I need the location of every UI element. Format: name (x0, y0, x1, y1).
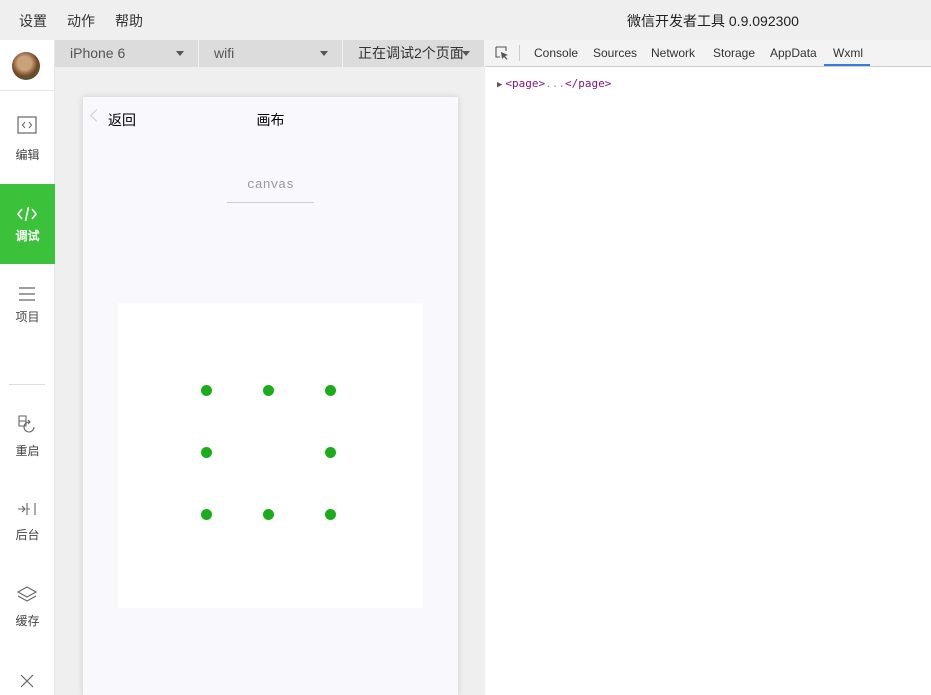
expand-arrow-icon[interactable]: ▶ (497, 80, 502, 90)
sidebar-item-edit[interactable]: 编辑 (0, 104, 55, 184)
phone-screen: 返回 画布 canvas (83, 97, 458, 695)
sidebar-item-label: 编辑 (15, 148, 40, 162)
tab-storage[interactable]: Storage (713, 46, 755, 60)
menu-actions[interactable]: 动作 (67, 11, 95, 31)
avatar-divider (0, 90, 55, 91)
canvas-dot (201, 509, 212, 520)
canvas[interactable] (118, 303, 423, 608)
chevron-down-icon (320, 51, 328, 56)
sidebar-item-label: 重启 (15, 444, 40, 458)
sidebar-item-label: 后台 (15, 528, 40, 542)
canvas-dot (201, 447, 212, 458)
tab-network[interactable]: Network (651, 46, 695, 60)
restart-icon (18, 415, 35, 433)
sidebar-item-label: 调试 (15, 229, 40, 243)
menu-help[interactable]: 帮助 (115, 11, 143, 31)
canvas-dot (263, 509, 274, 520)
active-tab-indicator (824, 64, 870, 66)
network-select[interactable]: wifi (199, 40, 343, 67)
close-icon[interactable] (19, 673, 35, 689)
sidebar-divider (9, 384, 45, 385)
sidebar-item-debug[interactable]: 调试 (0, 184, 55, 264)
tree-ellipsis: ... (545, 77, 566, 90)
tab-wxml[interactable]: Wxml (833, 46, 863, 60)
devtools-tabbar: Console Sources Network Storage AppData … (485, 40, 931, 67)
background-icon (18, 503, 36, 515)
caption-underline (227, 202, 314, 203)
page-open-tag: <page> (505, 77, 546, 90)
sidebar-item-cache[interactable]: 缓存 (0, 570, 55, 650)
menu-settings[interactable]: 设置 (19, 11, 47, 31)
sidebar-item-project[interactable]: 项目 (0, 266, 55, 346)
tab-appdata[interactable]: AppData (770, 46, 817, 60)
canvas-caption: canvas (247, 177, 294, 192)
chevron-down-icon (176, 51, 184, 56)
sidebar-item-label: 项目 (15, 310, 40, 324)
sidebar: 编辑 调试 项目 重启 后台 缓存 (0, 40, 55, 695)
chevron-down-icon (462, 51, 470, 56)
tab-divider (519, 45, 520, 61)
sidebar-item-label: 缓存 (15, 614, 40, 628)
phone-nav-bar: 返回 画布 (83, 97, 458, 139)
inspect-element-icon[interactable] (495, 46, 509, 60)
debug-pages-value: 正在调试2个页面 (358, 45, 464, 61)
network-select-value: wifi (214, 45, 235, 61)
simulator-area: 返回 画布 canvas (55, 67, 485, 695)
canvas-dot (325, 385, 336, 396)
canvas-dot (263, 385, 274, 396)
canvas-dot (201, 385, 212, 396)
debug-pages-select[interactable]: 正在调试2个页面 (343, 40, 485, 67)
menu-bar: 设置 动作 帮助 微信开发者工具 0.9.092300 (0, 0, 931, 40)
layers-icon (16, 586, 38, 602)
device-select[interactable]: iPhone 6 (55, 40, 199, 67)
page-title: 画布 (256, 112, 285, 128)
code-window-icon (17, 116, 37, 134)
tab-console[interactable]: Console (534, 46, 578, 60)
sidebar-item-background[interactable]: 后台 (0, 484, 55, 564)
app-title: 微信开发者工具 0.9.092300 (627, 13, 799, 29)
code-icon (16, 206, 38, 222)
wxml-tree-node[interactable]: ▶ <page>...</page> (497, 77, 611, 90)
menu-icon (19, 287, 35, 301)
canvas-dot (325, 509, 336, 520)
devtools-panel: Console Sources Network Storage AppData … (485, 40, 931, 695)
simulator-toolbar: iPhone 6 wifi 正在调试2个页面 (55, 40, 485, 67)
page-close-tag: </page> (565, 77, 612, 90)
device-select-value: iPhone 6 (70, 45, 126, 61)
sidebar-item-restart[interactable]: 重启 (0, 400, 55, 480)
tab-sources[interactable]: Sources (593, 46, 637, 60)
canvas-dot (325, 447, 336, 458)
avatar[interactable] (12, 52, 40, 80)
